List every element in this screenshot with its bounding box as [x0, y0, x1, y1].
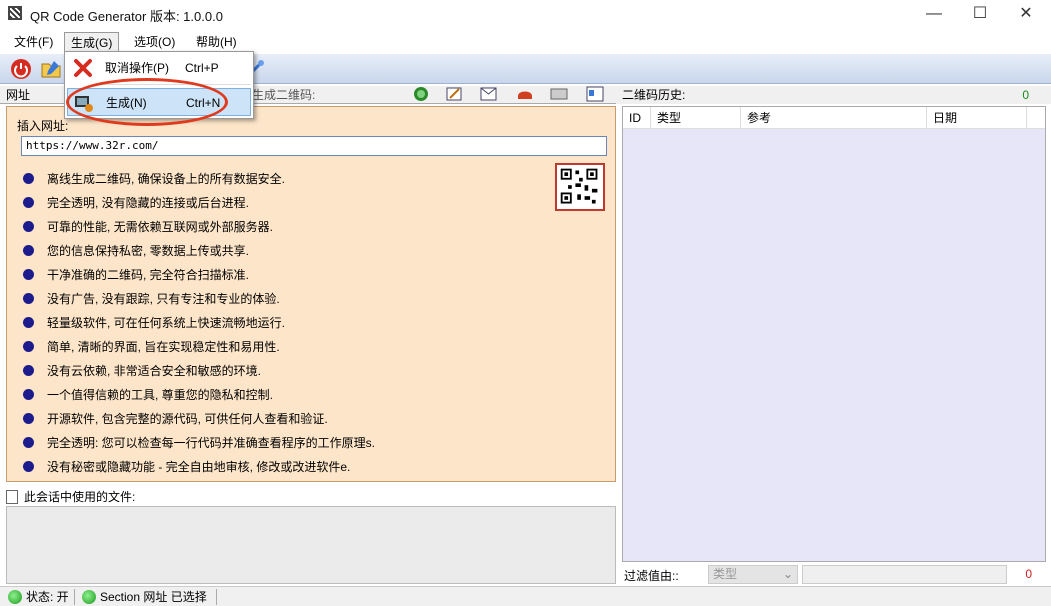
maximize-button[interactable]: ☐: [957, 0, 1003, 28]
bullet-icon: [23, 197, 34, 208]
list-item: 完全透明: 您可以检查每一行代码并准确查看程序的工作原理s.: [21, 435, 375, 459]
column-date[interactable]: 日期: [927, 107, 1027, 129]
section-title: 网址: [6, 88, 31, 102]
web-icon[interactable]: [412, 86, 430, 102]
document-icon: [6, 490, 18, 504]
generate-qr-label: 生成二维码:: [252, 88, 316, 102]
filter-type-select[interactable]: 类型 ⌄: [708, 565, 798, 584]
qr-app-icon: [8, 6, 22, 20]
history-count: 0: [1022, 88, 1029, 102]
list-item: 没有广告, 没有跟踪, 只有专注和专业的体验.: [21, 291, 375, 315]
filter-bar: 过滤值由:: 类型 ⌄ 0: [622, 564, 1046, 586]
close-button[interactable]: ✕: [1003, 0, 1049, 28]
filter-count: 0: [1025, 567, 1032, 581]
chevron-down-icon: ⌄: [782, 567, 793, 581]
bullet-icon: [23, 269, 34, 280]
bullet-icon: [23, 413, 34, 424]
status-ok-icon: [8, 590, 22, 604]
bullet-icon: [23, 437, 34, 448]
phone-icon[interactable]: [516, 86, 534, 102]
title-bar: QR Code Generator 版本: 1.0.0.0 — ☐ ✕: [0, 0, 1051, 28]
list-item: 轻量级软件, 可在任何系统上快速流畅地运行.: [21, 315, 375, 339]
history-table[interactable]: ID 类型 参考 日期: [622, 106, 1046, 562]
list-item: 开源软件, 包含完整的源代码, 可供任何人查看和验证.: [21, 411, 375, 435]
list-item: 离线生成二维码, 确保设备上的所有数据安全.: [21, 171, 375, 195]
list-item: 没有秘密或隐藏功能 - 完全自由地审核, 修改或改进软件e.: [21, 459, 375, 483]
feature-list: 离线生成二维码, 确保设备上的所有数据安全. 完全透明, 没有隐藏的连接或后台进…: [21, 171, 375, 483]
files-list[interactable]: [6, 506, 616, 584]
list-item: 您的信息保持私密, 零数据上传或共享.: [21, 243, 375, 267]
list-item: 可靠的性能, 无需依赖互联网或外部服务器.: [21, 219, 375, 243]
window-title: QR Code Generator 版本: 1.0.0.0: [30, 9, 223, 24]
menu-bar: 文件(F) 生成(G) 选项(O) 帮助(H): [0, 30, 1051, 52]
bullet-icon: [23, 317, 34, 328]
bullet-icon: [23, 341, 34, 352]
status-ok-icon: [82, 590, 96, 604]
filter-value-input[interactable]: [802, 565, 1007, 584]
list-item: 完全透明, 没有隐藏的连接或后台进程.: [21, 195, 375, 219]
status-section: Section 网址 已选择: [80, 589, 207, 605]
files-header: 此会话中使用的文件:: [6, 488, 616, 506]
status-divider: [74, 589, 75, 605]
list-item: 干净准确的二维码, 完全符合扫描标准.: [21, 267, 375, 291]
bullet-icon: [23, 293, 34, 304]
bullet-icon: [23, 389, 34, 400]
bullet-icon: [23, 245, 34, 256]
status-state: 状态: 开: [6, 589, 69, 605]
column-id[interactable]: ID: [623, 107, 651, 129]
bullet-icon: [23, 461, 34, 472]
status-bar: 状态: 开 Section 网址 已选择: [0, 586, 1051, 606]
edit-icon[interactable]: [446, 86, 464, 102]
status-divider: [216, 589, 217, 605]
history-table-header: ID 类型 参考 日期: [623, 107, 1045, 129]
open-folder-icon[interactable]: [40, 58, 62, 80]
bullet-icon: [23, 221, 34, 232]
insert-url-label: 插入网址:: [17, 119, 69, 133]
menu-help[interactable]: 帮助(H): [190, 32, 243, 52]
email-icon[interactable]: [480, 86, 498, 102]
url-input[interactable]: https://www.32r.com/: [21, 136, 607, 156]
list-item: 没有云依赖, 非常适合安全和敏感的环境.: [21, 363, 375, 387]
column-type[interactable]: 类型: [651, 107, 741, 129]
qr-code-preview: [555, 163, 605, 211]
list-item: 简单, 清晰的界面, 旨在实现稳定性和易用性.: [21, 339, 375, 363]
filter-label: 过滤值由::: [624, 569, 679, 583]
menu-generate[interactable]: 生成(G): [64, 32, 120, 52]
history-header: 二维码历史: 0: [616, 86, 1051, 104]
sms-icon[interactable]: [550, 86, 568, 102]
cancel-icon: [74, 59, 92, 77]
highlight-annotation-ring: [66, 78, 228, 126]
menu-options[interactable]: 选项(O): [128, 32, 181, 52]
url-input-panel: 插入网址: https://www.32r.com/ 离线生成二维码, 确保设备…: [6, 106, 616, 482]
contact-icon[interactable]: [586, 86, 604, 102]
menu-file[interactable]: 文件(F): [8, 32, 59, 52]
history-title: 二维码历史:: [622, 88, 686, 102]
bullet-icon: [23, 173, 34, 184]
bullet-icon: [23, 365, 34, 376]
power-icon[interactable]: [10, 58, 32, 80]
column-reference[interactable]: 参考: [741, 107, 927, 129]
minimize-button[interactable]: —: [911, 0, 957, 28]
list-item: 一个值得信赖的工具, 尊重您的隐私和控制.: [21, 387, 375, 411]
